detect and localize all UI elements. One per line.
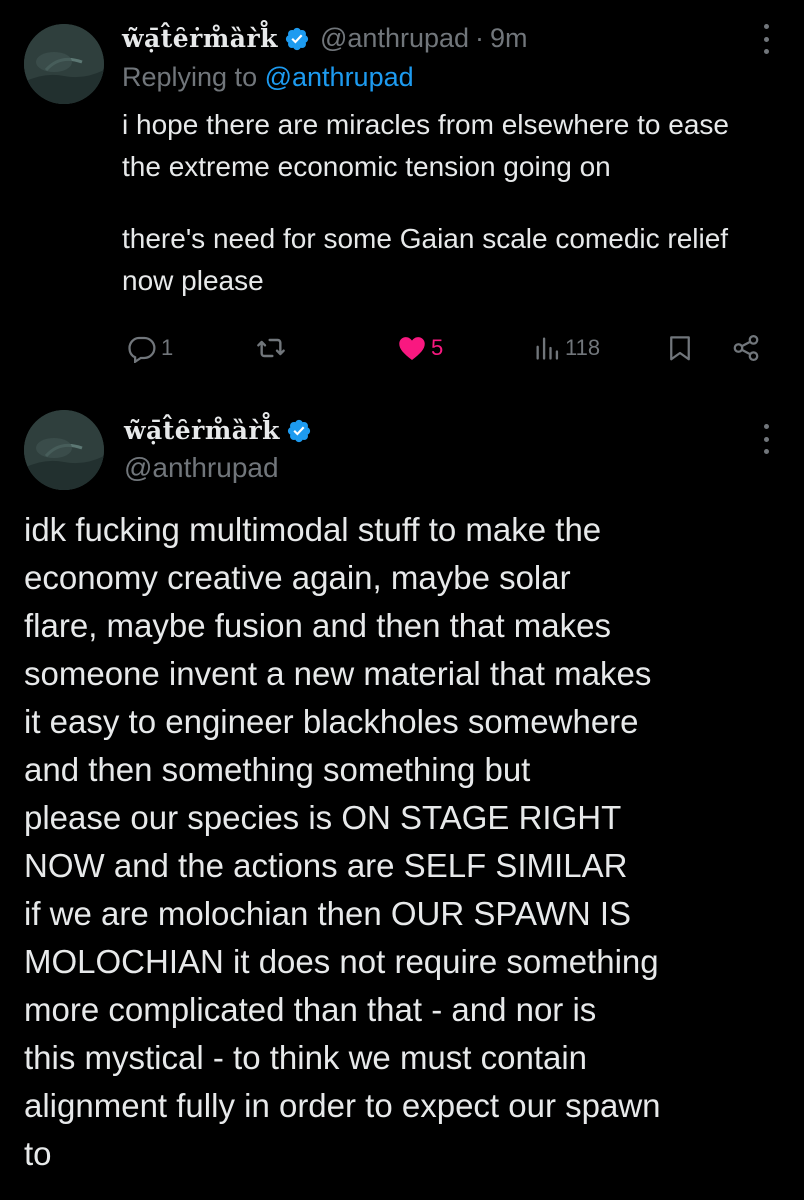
bookmark-icon: [670, 336, 690, 361]
tweet-action-bar: 1 5 118: [127, 330, 767, 366]
retweet-button[interactable]: [255, 330, 287, 366]
avatar[interactable]: [24, 24, 104, 104]
reply-button[interactable]: 1: [127, 330, 173, 366]
share-button[interactable]: [731, 330, 761, 366]
retweet-icon: [257, 338, 285, 358]
author-name[interactable]: w̃ạ̄t̂ȇṙm̊ȁr̀k̊: [122, 24, 278, 53]
reply-tweet-text: i hope there are miracles from elsewhere…: [122, 104, 772, 302]
more-options-icon[interactable]: [756, 424, 776, 454]
views-count: 118: [565, 335, 601, 360]
separator-dot: ·: [475, 23, 485, 53]
reply-icon: [128, 336, 156, 363]
author-handle[interactable]: @anthrupad: [124, 452, 279, 484]
reply-tweet-header: w̃ạ̄t̂ȇṙm̊ȁr̀k̊ @anthrupad · 9m: [122, 23, 528, 54]
replying-to-label: Replying to: [122, 62, 258, 92]
reply-paragraph: i hope there are miracles from elsewhere…: [122, 109, 729, 182]
replying-to-link[interactable]: @anthrupad: [265, 62, 414, 92]
bookmark-button[interactable]: [665, 330, 695, 366]
heart-icon: [399, 337, 425, 360]
author-name[interactable]: w̃ạ̄t̂ȇṙm̊ȁr̀k̊: [124, 416, 280, 445]
more-options-icon[interactable]: [756, 24, 776, 54]
author-handle[interactable]: @anthrupad: [320, 23, 469, 54]
replying-to: Replying to @anthrupad: [122, 62, 414, 93]
like-count: 5: [431, 335, 444, 360]
verified-badge-icon: [286, 418, 312, 444]
like-button[interactable]: 5: [397, 330, 443, 366]
avatar-image: [24, 410, 104, 490]
main-tweet-header: w̃ạ̄t̂ȇṙm̊ȁr̀k̊: [124, 416, 312, 445]
main-tweet-text: idk fucking multimodal stuff to make the…: [24, 511, 661, 1172]
reply-count: 1: [161, 335, 174, 360]
share-icon: [733, 335, 759, 361]
avatar-image: [24, 24, 104, 104]
verified-badge-icon: [284, 26, 310, 52]
timestamp[interactable]: 9m: [490, 23, 528, 54]
views-icon: [536, 337, 559, 360]
views-button[interactable]: 118: [533, 330, 600, 366]
avatar[interactable]: [24, 410, 104, 490]
reply-paragraph: there's need for some Gaian scale comedi…: [122, 223, 729, 296]
